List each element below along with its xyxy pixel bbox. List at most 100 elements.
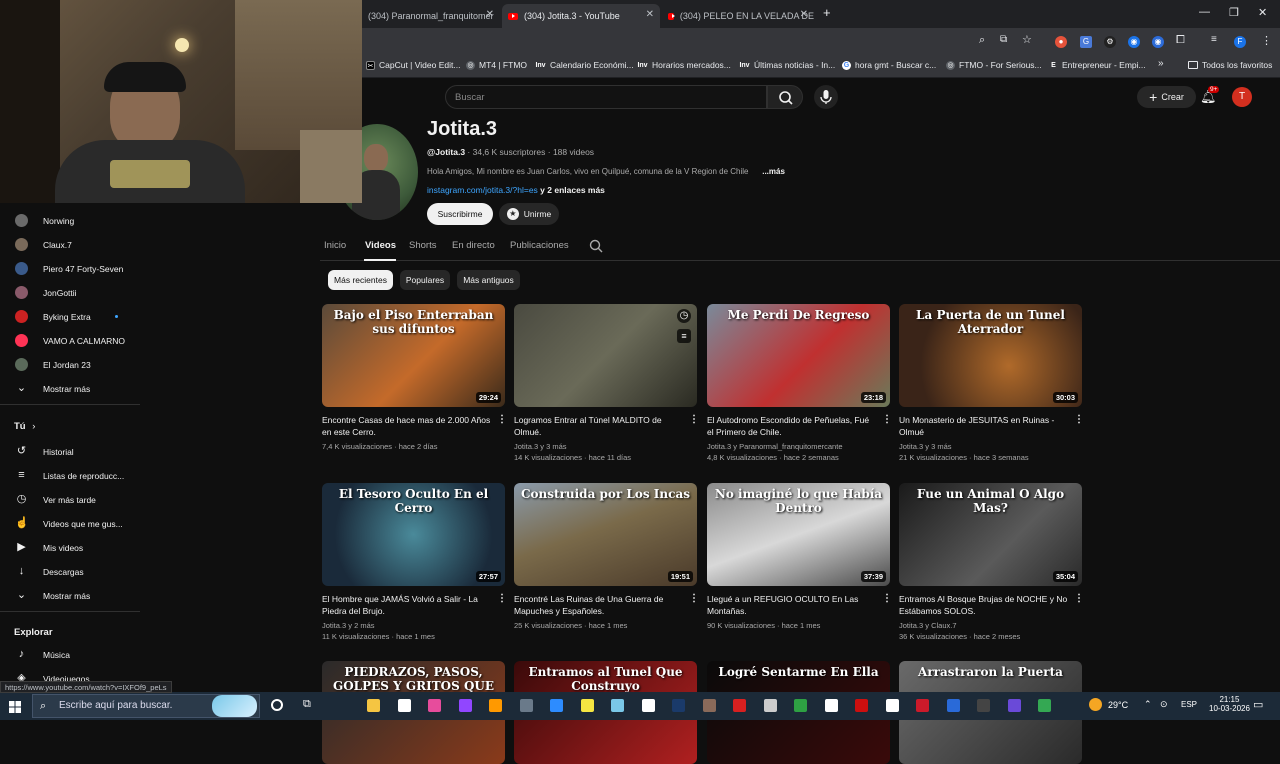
- sidebar-sub-piero[interactable]: Piero 47 Forty-Seven: [15, 262, 123, 275]
- windows-start-icon[interactable]: [9, 700, 21, 718]
- bookmark-calendario[interactable]: Inv Calendario Económi...: [535, 60, 633, 70]
- extension-3-icon[interactable]: ⚙: [1104, 36, 1116, 48]
- bookmark-ftmo[interactable]: ◎ FTMO - For Serious...: [946, 60, 1042, 70]
- watch-later-icon[interactable]: ◷: [677, 309, 691, 323]
- sidebar-item-historial[interactable]: ↺ Historial: [15, 445, 74, 458]
- sidebar-item-watch-later[interactable]: ◷ Ver más tarde: [15, 493, 96, 506]
- voice-search-button[interactable]: [814, 85, 838, 109]
- video-menu-icon[interactable]: ⋮: [1074, 593, 1084, 604]
- browser-tab-2[interactable]: (304) Jotita.3 - YouTube ✕: [502, 4, 660, 28]
- weather-temp[interactable]: 29°C: [1108, 700, 1128, 710]
- more-links[interactable]: y 2 enlaces más: [540, 185, 605, 195]
- chip-mas-antiguos[interactable]: Más antiguos: [457, 270, 520, 290]
- all-favorites-button[interactable]: Todos los favoritos: [1188, 60, 1272, 70]
- copilot-icon[interactable]: [428, 699, 441, 712]
- sidebar-sub-jordan[interactable]: El Jordan 23: [15, 358, 91, 371]
- video-menu-icon[interactable]: ⋮: [689, 414, 699, 425]
- translate-extension-icon[interactable]: G: [1080, 36, 1092, 48]
- capcut-icon[interactable]: [641, 699, 655, 712]
- zoom-icon[interactable]: [550, 699, 563, 712]
- video-thumbnail[interactable]: No imaginé lo que Había Dentro 37:39: [707, 483, 890, 586]
- notification-center-icon[interactable]: ▭: [1253, 698, 1263, 711]
- video-title[interactable]: Llegué a un REFUGIO OCULTO En Las Montañ…: [707, 593, 877, 617]
- app-9-icon[interactable]: [611, 699, 624, 712]
- video-thumbnail[interactable]: Bajo el Piso Enterraban sus difuntos 29:2…: [322, 304, 505, 407]
- twitch-icon[interactable]: [458, 699, 472, 712]
- bookmark-noticias[interactable]: Inv Últimas noticias - In...: [739, 60, 835, 70]
- video-menu-icon[interactable]: ⋮: [689, 593, 699, 604]
- clock[interactable]: 21:15 10-03-2026: [1209, 695, 1250, 713]
- sidebar-item-music[interactable]: ♪ Música: [15, 648, 70, 661]
- join-button[interactable]: ★ Unirme: [499, 203, 559, 225]
- close-window-icon[interactable]: ✕: [1258, 6, 1267, 19]
- show-more-subscriptions[interactable]: ⌄ Mostrar más: [15, 382, 90, 395]
- zoom-icon[interactable]: ⌕: [979, 34, 985, 47]
- sticky-notes-icon[interactable]: [580, 699, 594, 712]
- file-explorer-icon[interactable]: [367, 699, 380, 712]
- app-22-icon[interactable]: [1007, 699, 1021, 712]
- browser-tab-1[interactable]: (304) Paranormal_franquitomer ✕: [362, 4, 500, 28]
- network-icon[interactable]: ⊙: [1160, 699, 1168, 710]
- restore-icon[interactable]: ❐: [1229, 6, 1239, 19]
- video-title[interactable]: Encontre Casas de hace mas de 2.000 Años…: [322, 414, 492, 438]
- video-title[interactable]: El Autodromo Escondido de Peñuelas, Fué …: [707, 414, 877, 438]
- task-view-icon[interactable]: ⧉: [303, 698, 311, 711]
- bookmark-star-icon[interactable]: ☆: [1022, 33, 1032, 46]
- show-more-you[interactable]: ⌄ Mostrar más: [15, 589, 90, 602]
- tab-shorts[interactable]: Shorts: [409, 240, 436, 251]
- video-thumbnail[interactable]: Me Perdi De Regreso 23:18: [707, 304, 890, 407]
- settings-icon[interactable]: [763, 699, 777, 712]
- extensions-puzzle-icon[interactable]: ⧠: [1176, 34, 1185, 47]
- chip-populares[interactable]: Populares: [400, 270, 450, 290]
- app-11-icon[interactable]: [672, 699, 685, 712]
- app-19-icon[interactable]: [916, 699, 929, 712]
- video-title[interactable]: Logramos Entrar al Túnel MALDITO de Olmu…: [514, 414, 684, 438]
- add-to-queue-icon[interactable]: ≡: [677, 329, 691, 343]
- sidebar-sub-norwing[interactable]: Norwing: [15, 214, 74, 227]
- sidebar-item-downloads[interactable]: ↓ Descargas: [15, 565, 84, 578]
- profile-icon[interactable]: F: [1234, 36, 1246, 48]
- sidebar-sub-claux7[interactable]: Claux.7: [15, 238, 72, 251]
- instagram-link[interactable]: instagram.com/jotita.3/?hl=es: [427, 185, 538, 195]
- account-avatar[interactable]: T: [1232, 87, 1252, 107]
- app-12-icon[interactable]: [702, 699, 716, 712]
- app-5-icon[interactable]: [489, 699, 502, 712]
- sidebar-item-playlists[interactable]: ≡ Listas de reproducc...: [15, 469, 124, 482]
- reading-list-icon[interactable]: ≡: [1211, 34, 1217, 45]
- extension-5-icon[interactable]: ◉: [1152, 36, 1164, 48]
- search-input[interactable]: Buscar: [445, 85, 767, 109]
- video-thumbnail[interactable]: Fue un Animal O Algo Mas? 35:04: [899, 483, 1082, 586]
- video-menu-icon[interactable]: ⋮: [1074, 414, 1084, 425]
- cortana-icon[interactable]: [271, 699, 283, 711]
- channel-description[interactable]: Hola Amigos, Mi nombre es Juan Carlos, v…: [427, 167, 785, 176]
- sidebar-sub-byking[interactable]: Byking Extra: [15, 310, 118, 323]
- bookmarks-overflow-button[interactable]: »: [1158, 58, 1164, 69]
- bookmark-mt4[interactable]: ◎ MT4 | FTMO: [466, 60, 527, 70]
- sidebar-sub-vamo[interactable]: VAMO A CALMARNO: [15, 334, 125, 347]
- extension-1-icon[interactable]: ●: [1055, 36, 1067, 48]
- sidebar-sub-jongottii[interactable]: JonGottii: [15, 286, 77, 299]
- tiktok-icon[interactable]: [824, 699, 838, 712]
- new-tab-button[interactable]: +: [823, 5, 831, 20]
- video-menu-icon[interactable]: ⋮: [497, 414, 507, 425]
- app-6-icon[interactable]: [519, 699, 533, 712]
- video-title[interactable]: Un Monasterio de JESUITAS en Ruinas - Ol…: [899, 414, 1069, 438]
- video-title[interactable]: El Hombre que JAMÁS Volvió a Salir - La …: [322, 593, 492, 617]
- bookmark-capcut[interactable]: ✂ CapCut | Video Edit...: [366, 60, 460, 70]
- tab-en-directo[interactable]: En directo: [452, 240, 495, 251]
- chrome-icon[interactable]: [1038, 699, 1051, 712]
- tray-chevron-icon[interactable]: ⌃: [1144, 699, 1152, 710]
- video-thumbnail[interactable]: ◷ ≡: [514, 304, 697, 407]
- bookmark-hora-gmt[interactable]: Ghora gmt - Buscar c...: [842, 60, 936, 70]
- chip-mas-recientes[interactable]: Más recientes: [328, 270, 393, 290]
- minecraft-icon[interactable]: [794, 699, 807, 712]
- tab-videos[interactable]: Videos: [365, 240, 396, 251]
- channel-search-button[interactable]: [588, 238, 604, 259]
- close-tab-icon[interactable]: ✕: [800, 9, 808, 20]
- create-button[interactable]: + Crear: [1137, 86, 1196, 108]
- browser-tab-3[interactable]: (304) PELEO EN LA VELADA DE ✕: [662, 4, 814, 28]
- close-tab-icon[interactable]: ✕: [646, 9, 654, 20]
- tab-inicio[interactable]: Inicio: [324, 240, 346, 251]
- install-icon[interactable]: ⧉: [1000, 34, 1007, 45]
- bookmark-entrepreneur[interactable]: E Entrepreneur - Empi...: [1049, 60, 1145, 70]
